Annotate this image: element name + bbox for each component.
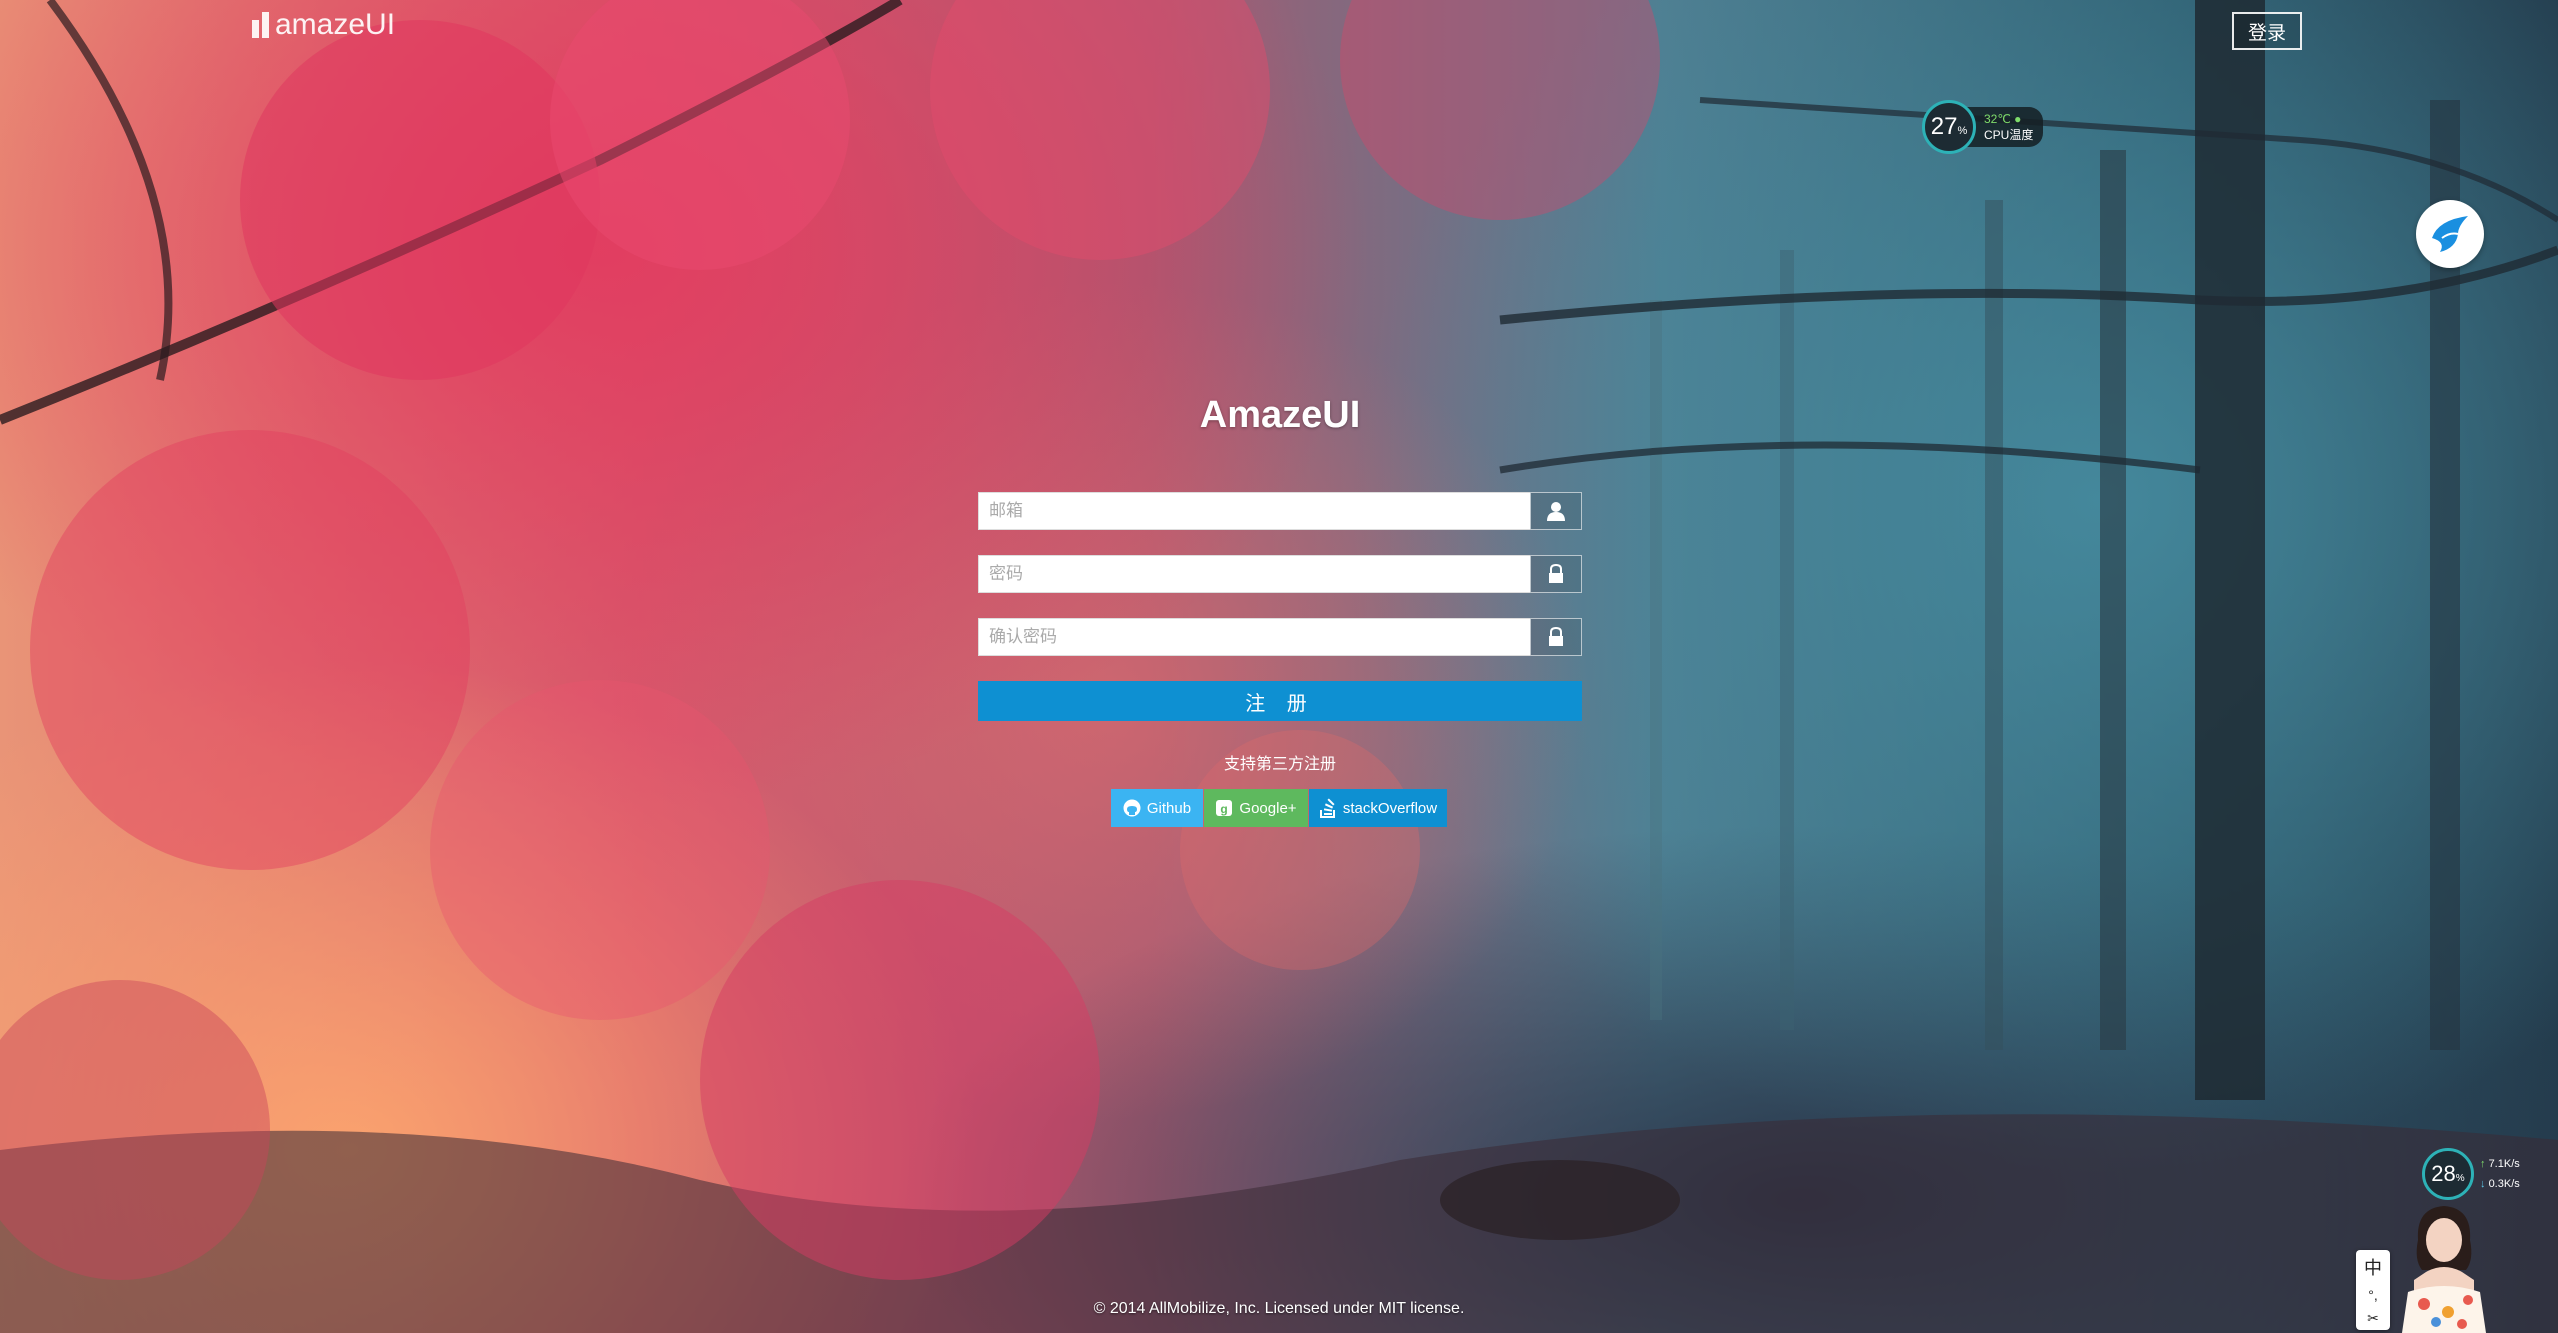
forest-illustration bbox=[0, 0, 2558, 1333]
login-button[interactable]: 登录 bbox=[2232, 12, 2302, 50]
download-arrow-icon: ↓ bbox=[2480, 1178, 2486, 1190]
google-plus-button[interactable]: g Google+ bbox=[1204, 789, 1308, 827]
google-plus-icon: g bbox=[1216, 800, 1233, 816]
password-input[interactable] bbox=[978, 555, 1530, 593]
cpu-info: 32℃ ● CPU温度 bbox=[1966, 107, 2044, 147]
upload-speed: 7.1K/s bbox=[2488, 1158, 2520, 1170]
lock-icon bbox=[1530, 555, 1582, 593]
cpu-temperature-label: CPU温度 bbox=[1984, 128, 2034, 142]
stackoverflow-icon bbox=[1319, 798, 1335, 818]
memory-usage-unit: % bbox=[2455, 1172, 2465, 1184]
cpu-usage-gauge: 27% bbox=[1922, 100, 1976, 154]
footer-copyright: © 2014 AllMobilize, Inc. Licensed under … bbox=[1093, 1300, 1465, 1317]
cpu-usage-unit: % bbox=[1957, 125, 1968, 137]
email-field-group bbox=[978, 492, 1582, 530]
stackoverflow-button[interactable]: stackOverflow bbox=[1309, 789, 1447, 827]
leaf-icon: ● bbox=[2014, 112, 2022, 126]
memory-usage-gauge: 28% bbox=[2422, 1148, 2474, 1200]
amazeui-logo-icon bbox=[252, 12, 269, 38]
page-title: AmazeUI bbox=[1199, 394, 1361, 436]
third-party-label: 支持第三方注册 bbox=[1223, 756, 1336, 773]
cpu-temperature: 32℃ bbox=[1984, 112, 2011, 126]
background-photo bbox=[0, 0, 2558, 1333]
lock-icon bbox=[1530, 618, 1582, 656]
network-monitor-widget[interactable]: 28% ↑ 7.1K/s ↓ 0.3K/s bbox=[2422, 1148, 2520, 1200]
github-label: Github bbox=[1146, 799, 1192, 817]
mascot-girl-icon bbox=[2402, 1206, 2486, 1333]
svg-text:g: g bbox=[1221, 802, 1228, 816]
memory-usage-value: 28 bbox=[2431, 1161, 2456, 1186]
user-icon bbox=[1530, 492, 1582, 530]
confirm-password-field-group bbox=[978, 618, 1582, 656]
google-plus-label: Google+ bbox=[1239, 799, 1297, 817]
network-speeds: ↑ 7.1K/s ↓ 0.3K/s bbox=[2480, 1154, 2520, 1194]
brand-logo[interactable]: amazeUI bbox=[252, 8, 395, 42]
bird-floating-button[interactable] bbox=[2416, 200, 2484, 268]
github-button[interactable]: Github bbox=[1111, 789, 1203, 827]
stackoverflow-label: stackOverflow bbox=[1342, 799, 1438, 817]
download-speed: 0.3K/s bbox=[2488, 1178, 2520, 1190]
register-button[interactable]: 注 册 bbox=[978, 681, 1582, 721]
ime-toolbar[interactable]: 中 °, ✂ bbox=[2356, 1250, 2390, 1330]
brand-name: amazeUI bbox=[275, 8, 396, 41]
mascot-avatar[interactable] bbox=[2388, 1200, 2500, 1333]
email-input[interactable] bbox=[978, 492, 1530, 530]
github-icon bbox=[1123, 799, 1141, 817]
ime-punctuation-toggle[interactable]: °, bbox=[2368, 1287, 2378, 1303]
cpu-usage-value: 27 bbox=[1930, 113, 1958, 140]
cpu-monitor-widget[interactable]: 27% 32℃ ● CPU温度 bbox=[1922, 100, 2044, 154]
ime-tool-button[interactable]: ✂ bbox=[2367, 1310, 2379, 1327]
ime-language-toggle[interactable]: 中 bbox=[2364, 1254, 2382, 1280]
password-field-group bbox=[978, 555, 1582, 593]
bird-icon bbox=[2432, 216, 2468, 252]
confirm-password-input[interactable] bbox=[978, 618, 1530, 656]
upload-arrow-icon: ↑ bbox=[2480, 1158, 2486, 1170]
